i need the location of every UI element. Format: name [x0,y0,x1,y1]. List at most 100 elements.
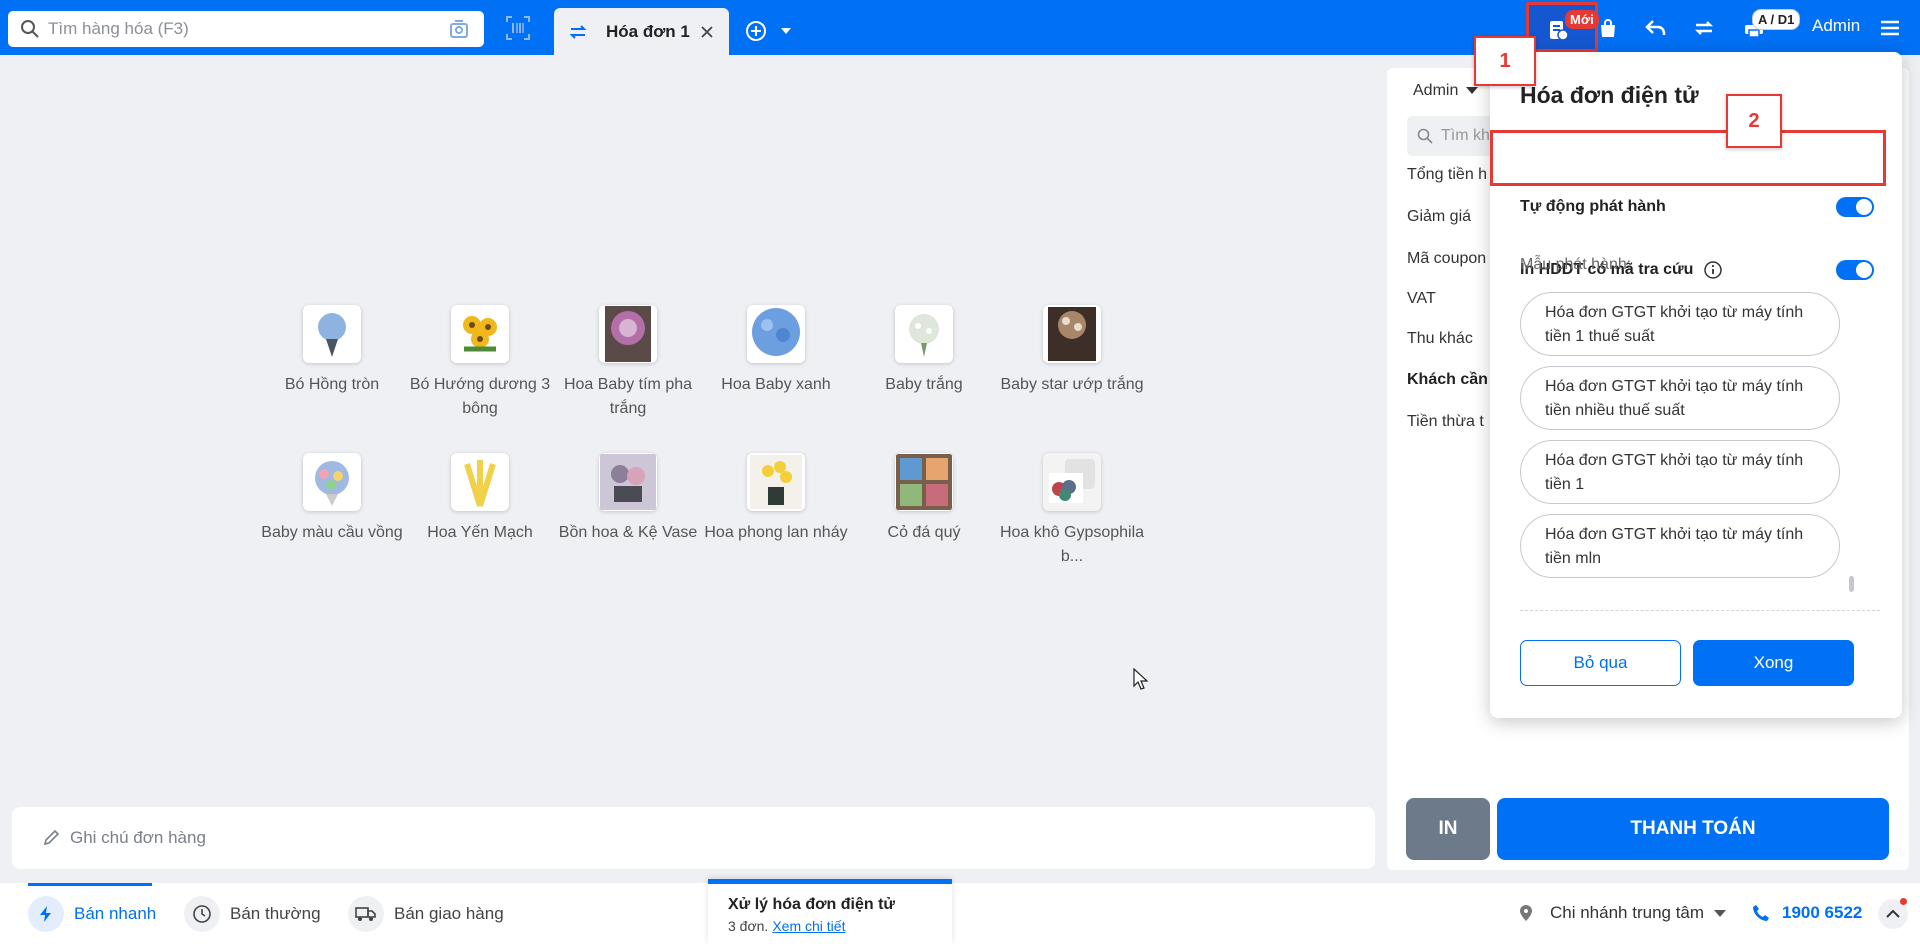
product-item[interactable]: Bó Hồng tròn [258,305,406,397]
lightning-icon [28,896,64,932]
template-list: Hóa đơn GTGT khởi tạo từ máy tính tiền 1… [1520,292,1875,592]
processing-count: 3 đơn. [728,918,769,934]
search-icon [21,20,39,38]
hamburger-menu-icon[interactable] [1878,16,1902,40]
product-name: Baby star ướp trắng [1000,376,1144,393]
product-name: Bó Hồng tròn [284,376,380,393]
product-thumbnail [1043,453,1101,511]
product-thumbnail [1043,305,1101,363]
branch-select[interactable]: Chi nhánh trung tâm [1518,903,1727,923]
product-item[interactable]: Baby trắng [850,305,998,397]
branch-name: Chi nhánh trung tâm [1550,903,1705,922]
summary-row-coupon: Mã coupon [1407,250,1487,267]
product-item[interactable]: Hoa khô Gypsophila b... [998,453,1146,569]
popup-title: Hóa đơn điện tử [1520,82,1699,108]
auto-issue-toggle[interactable] [1836,197,1874,217]
product-name: Baby trắng [885,376,963,393]
hotline[interactable]: 1900 6522 [1752,903,1862,923]
product-search-input[interactable] [48,19,448,39]
mode-normal-sale[interactable]: Bán thường [184,896,321,932]
product-item[interactable]: Hoa Baby xanh [702,305,850,397]
summary-row-customer-due: Khách cần [1407,371,1488,388]
customer-search-placeholder: Tìm kh [1441,127,1490,144]
product-thumbnail [303,305,361,363]
summary-row-other-fee: Thu khác [1407,330,1473,347]
tab-invoice-1[interactable]: Hóa đơn 1 [554,8,729,55]
einvoice-processing-card[interactable]: Xử lý hóa đơn điện tử 3 đơn. Xem chi tiết [708,879,952,944]
processing-title: Xử lý hóa đơn điện tử [728,896,895,913]
pay-button[interactable]: THANH TOÁN [1497,798,1889,860]
product-item[interactable]: Hoa phong lan nháy [702,453,850,545]
return-icon[interactable] [1642,14,1670,42]
product-thumbnail [451,305,509,363]
hotline-number: 1900 6522 [1782,903,1863,922]
product-thumbnail [599,453,657,511]
mode-label: Bán thường [230,904,321,923]
template-option[interactable]: Hóa đơn GTGT khởi tạo từ máy tính tiền n… [1520,366,1840,430]
auto-issue-label: Tự động phát hành [1520,198,1666,215]
template-label: Mẫu phát hành: [1520,256,1632,273]
print-lookup-toggle[interactable] [1836,260,1874,280]
clock-icon [184,896,220,932]
mode-label: Bán giao hàng [394,904,504,923]
product-name: Baby màu cầu vồng [261,524,403,541]
bottom-bar: Bán nhanh Bán thường Bán giao hàng Chi n… [0,883,1920,944]
product-search[interactable] [8,11,484,47]
template-option[interactable]: Hóa đơn GTGT khởi tạo từ máy tính tiền 1… [1520,292,1840,356]
close-tab-icon[interactable] [695,20,719,44]
tab-label: Hóa đơn 1 [606,21,690,41]
mode-quick-sale[interactable]: Bán nhanh [28,896,156,932]
summary-row-change: Tiền thừa t [1407,413,1484,430]
auto-issue-row: Tự động phát hành [1520,192,1880,222]
product-thumbnail [451,453,509,511]
skip-button[interactable]: Bỏ qua [1520,640,1681,686]
product-thumbnail [303,453,361,511]
template-scrollbar[interactable] [1849,576,1854,592]
product-item[interactable]: Baby star ướp trắng [998,305,1146,397]
mode-delivery-sale[interactable]: Bán giao hàng [348,896,504,932]
product-name: Hoa khô Gypsophila b... [999,524,1145,565]
annotation-callout-2: 2 [1726,94,1782,148]
product-name: Cỏ đá quý [887,524,961,541]
barcode-scan-icon[interactable] [504,14,532,42]
product-item[interactable]: Bồn hoa & Kệ Vase [554,453,702,545]
user-name[interactable]: Admin [1812,16,1860,36]
product-name: Hoa Baby tím pha trắng [563,376,693,417]
divider [1520,610,1880,611]
order-note-placeholder: Ghi chú đơn hàng [70,828,206,847]
notification-dot [1900,898,1907,905]
add-tab-icon[interactable] [744,19,768,43]
product-item[interactable]: Hoa Baby tím pha trắng [554,305,702,421]
tab-menu-caret-icon[interactable] [779,24,793,38]
search-icon [1417,128,1433,144]
product-thumbnail [895,453,953,511]
product-thumbnail [747,453,805,511]
summary-row-total: Tổng tiền h [1407,166,1488,183]
chevron-up-icon [1886,909,1900,918]
print-button[interactable]: IN [1406,798,1490,860]
product-name: Hoa Baby xanh [721,376,831,393]
chevron-down-icon [1466,87,1479,95]
processing-subtitle: 3 đơn. Xem chi tiết [728,918,932,934]
order-note-field[interactable]: Ghi chú đơn hàng [12,807,1375,869]
sync-icon[interactable] [1690,14,1718,42]
done-button[interactable]: Xong [1693,640,1854,686]
product-name: Bó Hướng dương 3 bông [409,376,551,417]
mouse-cursor-icon [1133,668,1149,690]
scale-icon[interactable] [448,18,470,40]
view-details-link[interactable]: Xem chi tiết [772,918,845,934]
product-item[interactable]: Bó Hướng dương 3 bông [406,305,554,421]
product-thumbnail [599,305,657,363]
shopping-bag-icon[interactable] [1594,14,1622,42]
product-item[interactable]: Baby màu cầu vồng [258,453,406,545]
template-option[interactable]: Hóa đơn GTGT khởi tạo từ máy tính tiền m… [1520,514,1840,578]
product-item[interactable]: Hoa Yến Mạch [406,453,554,545]
summary-row-vat: VAT [1407,290,1436,307]
seller-select[interactable]: Admin [1413,82,1479,100]
einvoice-button[interactable]: Mới [1526,2,1599,52]
info-icon[interactable] [1703,260,1723,280]
product-item[interactable]: Cỏ đá quý [850,453,998,545]
highlight-box-auto-issue [1490,130,1886,186]
template-option[interactable]: Hóa đơn GTGT khởi tạo từ máy tính tiền 1 [1520,440,1840,504]
chevron-down-icon [1714,909,1727,917]
